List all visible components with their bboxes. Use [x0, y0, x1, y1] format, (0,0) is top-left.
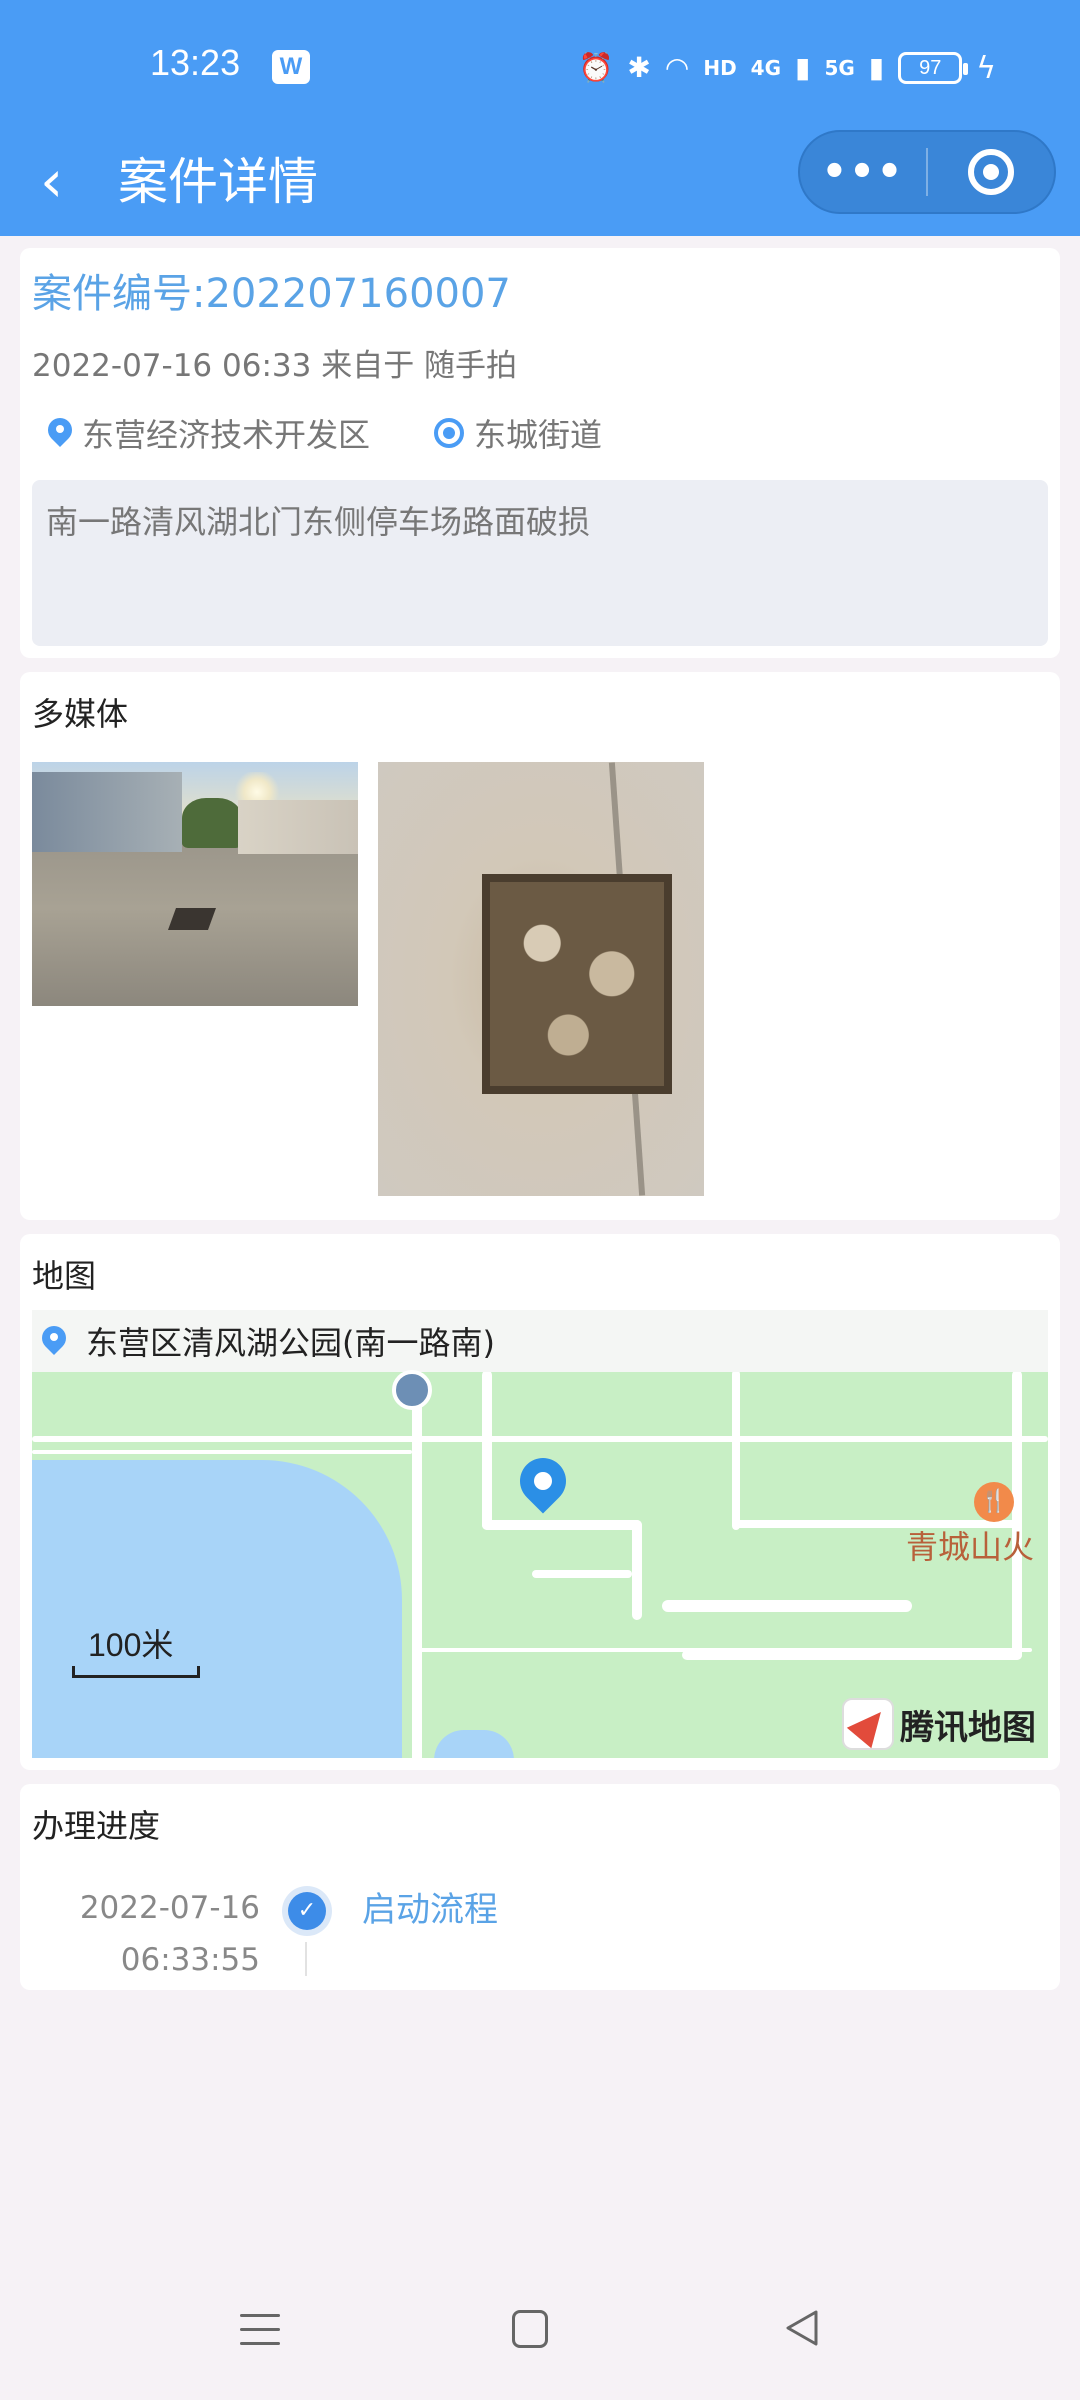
timeline-node: ✓	[282, 1886, 332, 1936]
poi-label: 青城山火	[906, 1528, 1035, 1566]
media-photo-parking-lot[interactable]	[32, 762, 358, 1006]
map-road	[482, 1370, 492, 1530]
map-road	[32, 1450, 412, 1454]
map-pin-icon	[48, 418, 72, 448]
park-poi-icon	[392, 1370, 432, 1410]
target-icon	[967, 149, 1014, 195]
signal-4g-icon: 4G	[750, 56, 782, 80]
progress-card: 办理进度 2022-07-16 06:33:55 ✓ 启动流程	[20, 1784, 1060, 1990]
case-number: 案件编号:202207160007	[32, 271, 511, 317]
photo-building	[238, 800, 358, 854]
page-title: 案件详情	[118, 153, 318, 211]
map-brand-label: 腾讯地图	[900, 1707, 1036, 1748]
district-tag: 东营经济技术开发区	[48, 410, 370, 456]
timeline-time: 06:33:55	[120, 1942, 260, 1978]
top-bar: 13:23 W ⏰ ✱ ◠ HD 4G ▮ 5G ▮ 97 ϟ ‹ 案件详情 •…	[0, 0, 1080, 236]
timeline-line	[305, 1942, 307, 1976]
map-road	[412, 1370, 422, 1758]
map-location-marker-icon	[518, 1458, 568, 1518]
alarm-icon: ⏰	[578, 51, 614, 84]
street-label: 东城街道	[474, 416, 603, 454]
map-section-title: 地图	[32, 1257, 97, 1295]
battery-icon: 97	[898, 52, 969, 84]
map-brand: 腾讯地图	[842, 1696, 1036, 1752]
map-card: 地图 东营区清风湖公园(南一路南) 🍴 青城山火 100米 腾讯地图	[20, 1234, 1060, 1770]
signal-bars-icon: ▮	[795, 51, 811, 84]
media-card: 多媒体	[20, 672, 1060, 1220]
map-pin-icon	[42, 1326, 66, 1356]
map-road	[532, 1570, 632, 1578]
map-lake	[32, 1460, 402, 1758]
wifi-icon: ◠	[664, 51, 690, 84]
timeline-date: 2022-07-16	[79, 1890, 260, 1926]
bluetooth-icon: ✱	[627, 51, 651, 84]
media-section-title: 多媒体	[32, 695, 129, 733]
case-meta: 2022-07-16 06:33 来自于 随手拍	[32, 348, 518, 384]
status-icons: ⏰ ✱ ◠ HD 4G ▮ 5G ▮ 97 ϟ	[579, 46, 996, 90]
map-road	[412, 1648, 1032, 1652]
back-triangle-icon[interactable]	[782, 2308, 822, 2348]
map-road	[482, 1520, 642, 1530]
photo-building	[32, 772, 182, 852]
close-button[interactable]	[928, 149, 1054, 195]
map-scale-label: 100米	[88, 1627, 174, 1663]
map-view[interactable]: 东营区清风湖公园(南一路南) 🍴 青城山火 100米 腾讯地图	[32, 1310, 1048, 1758]
charging-icon: ϟ	[976, 50, 996, 86]
timeline-datetime: 2022-07-16 06:33:55	[60, 1882, 260, 1986]
map-road	[632, 1520, 642, 1620]
tencent-map-logo-icon	[842, 1698, 894, 1750]
map-road	[1012, 1370, 1022, 1660]
nav-bar: ‹ 案件详情 •••	[0, 130, 1080, 236]
media-photo-pothole-closeup[interactable]	[378, 762, 704, 1196]
case-info-card: 案件编号:202207160007 2022-07-16 06:33 来自于 随…	[20, 248, 1060, 658]
hd-icon: HD	[703, 56, 737, 80]
district-label: 东营经济技术开发区	[82, 416, 371, 454]
more-button[interactable]: •••	[800, 130, 926, 214]
photo-pothole	[167, 908, 217, 930]
map-address-label: 东营区清风湖公园(南一路南)	[86, 1324, 495, 1362]
photo-pit	[482, 874, 672, 1094]
map-road	[32, 1436, 1048, 1442]
menu-icon[interactable]	[240, 2312, 280, 2348]
map-road	[662, 1600, 912, 1612]
map-lake	[434, 1730, 514, 1758]
status-time: 13:23	[150, 42, 241, 83]
map-road	[732, 1370, 740, 1530]
mini-program-capsule: •••	[798, 130, 1056, 214]
map-address: 东营区清风湖公园(南一路南)	[32, 1310, 1048, 1372]
home-icon[interactable]	[512, 2310, 548, 2348]
timeline-label: 启动流程	[362, 1890, 498, 1930]
progress-section-title: 办理进度	[32, 1807, 161, 1845]
signal-5g-icon: 5G	[824, 56, 855, 80]
chevron-left-icon[interactable]: ‹	[40, 146, 100, 216]
check-icon: ✓	[288, 1892, 326, 1930]
location-target-icon	[434, 418, 465, 448]
wps-app-icon: W	[272, 50, 310, 84]
system-nav-bar	[0, 2268, 1080, 2400]
street-tag: 东城街道	[434, 410, 602, 456]
map-scale-bar	[72, 1666, 200, 1678]
status-bar: 13:23 W ⏰ ✱ ◠ HD 4G ▮ 5G ▮ 97 ϟ	[0, 0, 1080, 136]
restaurant-icon: 🍴	[974, 1482, 1014, 1522]
location-row: 东营经济技术开发区 东城街道	[48, 408, 666, 458]
case-description: 南一路清风湖北门东侧停车场路面破损	[32, 480, 1048, 646]
signal-bars-icon: ▮	[868, 51, 885, 84]
